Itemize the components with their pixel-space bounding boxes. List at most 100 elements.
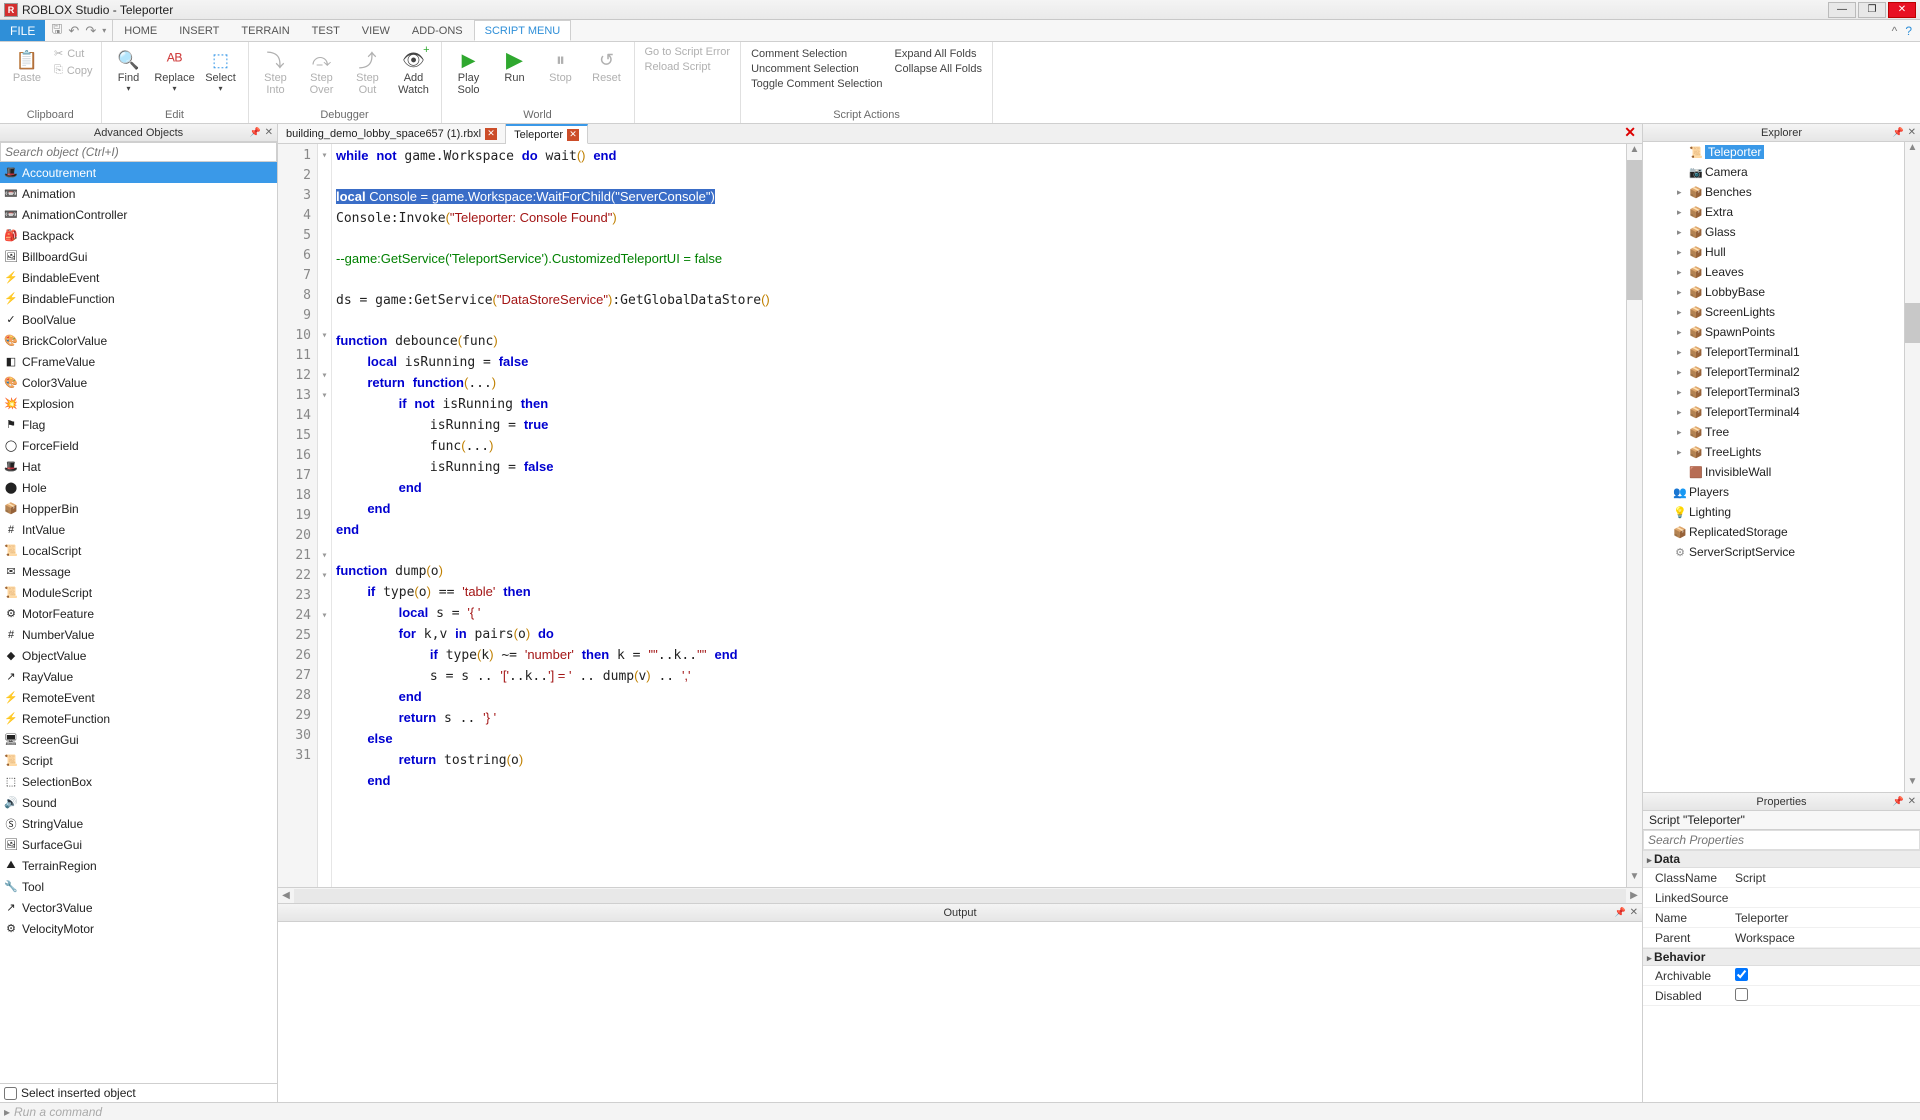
object-item[interactable]: 💥Explosion (0, 393, 277, 414)
collapse-ribbon-icon[interactable]: ^ (1892, 24, 1898, 38)
file-menu[interactable]: FILE (0, 20, 45, 41)
menu-tab-test[interactable]: TEST (301, 20, 351, 41)
step-into-button[interactable]: ⤵Step Into (255, 46, 297, 98)
command-bar[interactable]: ▸ Run a command (0, 1102, 1920, 1120)
object-item[interactable]: ⚡BindableFunction (0, 288, 277, 309)
toggle-comment-button[interactable]: Toggle Comment Selection (751, 78, 882, 90)
object-item[interactable]: 🎩Hat (0, 456, 277, 477)
menu-tab-home[interactable]: HOME (113, 20, 168, 41)
explorer-item[interactable]: ▸📦TeleportTerminal3 (1643, 382, 1904, 402)
object-item[interactable]: 📜Script (0, 750, 277, 771)
reload-script-button[interactable]: Reload Script (645, 61, 731, 73)
explorer-item[interactable]: ▸📦ScreenLights (1643, 302, 1904, 322)
explorer-item[interactable]: ▸📦Benches (1643, 182, 1904, 202)
explorer-item[interactable]: ▸📦Leaves (1643, 262, 1904, 282)
undo-icon[interactable]: ↶ (68, 23, 79, 39)
explorer-item[interactable]: ▸📦LobbyBase (1643, 282, 1904, 302)
redo-icon[interactable]: ↷ (85, 23, 96, 39)
explorer-item[interactable]: ▸📦TeleportTerminal1 (1643, 342, 1904, 362)
pin-icon[interactable]: 📌 (250, 127, 261, 138)
tree-toggle-icon[interactable]: ▸ (1677, 387, 1687, 398)
find-button[interactable]: 🔍Find▾ (108, 46, 150, 95)
tree-toggle-icon[interactable]: ▸ (1677, 287, 1687, 298)
add-watch-button[interactable]: 👁+Add Watch (393, 46, 435, 98)
properties-search-input[interactable] (1643, 830, 1920, 850)
tree-toggle-icon[interactable]: ▸ (1677, 447, 1687, 458)
close-button[interactable]: ✕ (1888, 2, 1916, 18)
output-body[interactable] (278, 922, 1642, 1102)
explorer-item[interactable]: 📜Teleporter (1643, 142, 1904, 162)
stop-button[interactable]: ⏸Stop (540, 46, 582, 86)
pin-icon[interactable]: 📌 (1893, 796, 1904, 807)
property-checkbox[interactable] (1735, 988, 1748, 1001)
object-item[interactable]: ⬤Hole (0, 477, 277, 498)
property-checkbox[interactable] (1735, 968, 1748, 981)
object-item[interactable]: ⚙MotorFeature (0, 603, 277, 624)
explorer-vscrollbar[interactable]: ▲▼ (1904, 142, 1920, 792)
explorer-item[interactable]: ▸📦TeleportTerminal4 (1643, 402, 1904, 422)
object-item[interactable]: 📜LocalScript (0, 540, 277, 561)
paste-button[interactable]: 📋Paste (6, 46, 48, 86)
explorer-item[interactable]: 👥Players (1643, 482, 1904, 502)
select-inserted-row[interactable]: Select inserted object (0, 1083, 277, 1102)
tree-toggle-icon[interactable]: ▸ (1677, 227, 1687, 238)
object-item[interactable]: ✓BoolValue (0, 309, 277, 330)
explorer-item[interactable]: ▸📦SpawnPoints (1643, 322, 1904, 342)
tree-toggle-icon[interactable]: ▸ (1677, 367, 1687, 378)
goto-error-button[interactable]: Go to Script Error (645, 46, 731, 58)
object-item[interactable]: 🖥ScreenGui (0, 729, 277, 750)
pin-icon[interactable]: 📌 (1893, 127, 1904, 138)
tree-toggle-icon[interactable]: ▸ (1677, 407, 1687, 418)
object-item[interactable]: 📼AnimationController (0, 204, 277, 225)
close-panel-icon[interactable]: ✕ (1630, 907, 1638, 918)
step-out-button[interactable]: ⤴Step Out (347, 46, 389, 98)
explorer-item[interactable]: 📦ReplicatedStorage (1643, 522, 1904, 542)
document-tab[interactable]: Teleporter✕ (506, 124, 588, 144)
close-panel-icon[interactable]: ✕ (1908, 127, 1916, 138)
object-item[interactable]: ⓈStringValue (0, 813, 277, 834)
code-editor[interactable]: 1234567891011121314151617181920212223242… (278, 144, 1642, 887)
object-item[interactable]: 🎩Accoutrement (0, 162, 277, 183)
property-value[interactable] (1733, 988, 1920, 1004)
object-item[interactable]: 🎨Color3Value (0, 372, 277, 393)
explorer-item[interactable]: 🟫InvisibleWall (1643, 462, 1904, 482)
tree-toggle-icon[interactable]: ▸ (1677, 187, 1687, 198)
property-section[interactable]: Data (1643, 850, 1920, 868)
property-row[interactable]: NameTeleporter (1643, 908, 1920, 928)
property-value[interactable]: Script (1733, 871, 1920, 885)
close-document-icon[interactable]: ✕ (1618, 124, 1642, 143)
explorer-item[interactable]: ▸📦Hull (1643, 242, 1904, 262)
object-item[interactable]: 🔊Sound (0, 792, 277, 813)
property-value[interactable]: Workspace (1733, 931, 1920, 945)
expand-folds-button[interactable]: Expand All Folds (895, 48, 982, 60)
menu-tab-add-ons[interactable]: ADD-ONS (401, 20, 474, 41)
menu-tab-insert[interactable]: INSERT (168, 20, 230, 41)
tree-toggle-icon[interactable]: ▸ (1677, 427, 1687, 438)
explorer-item[interactable]: ▸📦Tree (1643, 422, 1904, 442)
uncomment-button[interactable]: Uncomment Selection (751, 63, 882, 75)
document-tab[interactable]: building_demo_lobby_space657 (1).rbxl✕ (278, 124, 506, 143)
object-item[interactable]: 🎨BrickColorValue (0, 330, 277, 351)
save-icon[interactable]: 🖫 (51, 20, 62, 42)
object-item[interactable]: ⬚SelectionBox (0, 771, 277, 792)
close-tab-icon[interactable]: ✕ (485, 128, 497, 140)
property-row[interactable]: Disabled (1643, 986, 1920, 1006)
explorer-item[interactable]: ▸📦TeleportTerminal2 (1643, 362, 1904, 382)
object-item[interactable]: ⚑Flag (0, 414, 277, 435)
menu-tab-view[interactable]: VIEW (351, 20, 401, 41)
object-item[interactable]: 📦HopperBin (0, 498, 277, 519)
object-item[interactable]: ⚡RemoteEvent (0, 687, 277, 708)
menu-tab-script-menu[interactable]: SCRIPT MENU (474, 20, 572, 41)
tree-toggle-icon[interactable]: ▸ (1677, 327, 1687, 338)
object-item[interactable]: 🖼SurfaceGui (0, 834, 277, 855)
object-item[interactable]: ◧CFrameValue (0, 351, 277, 372)
object-item[interactable]: ✉Message (0, 561, 277, 582)
object-item[interactable]: 🔧Tool (0, 876, 277, 897)
editor-vscrollbar[interactable]: ▲▼ (1626, 144, 1642, 887)
help-icon[interactable]: ? (1905, 24, 1912, 38)
property-row[interactable]: ClassNameScript (1643, 868, 1920, 888)
property-section[interactable]: Behavior (1643, 948, 1920, 966)
explorer-item[interactable]: 💡Lighting (1643, 502, 1904, 522)
pin-icon[interactable]: 📌 (1615, 907, 1626, 918)
cut-button[interactable]: ✂Cut (52, 46, 95, 61)
